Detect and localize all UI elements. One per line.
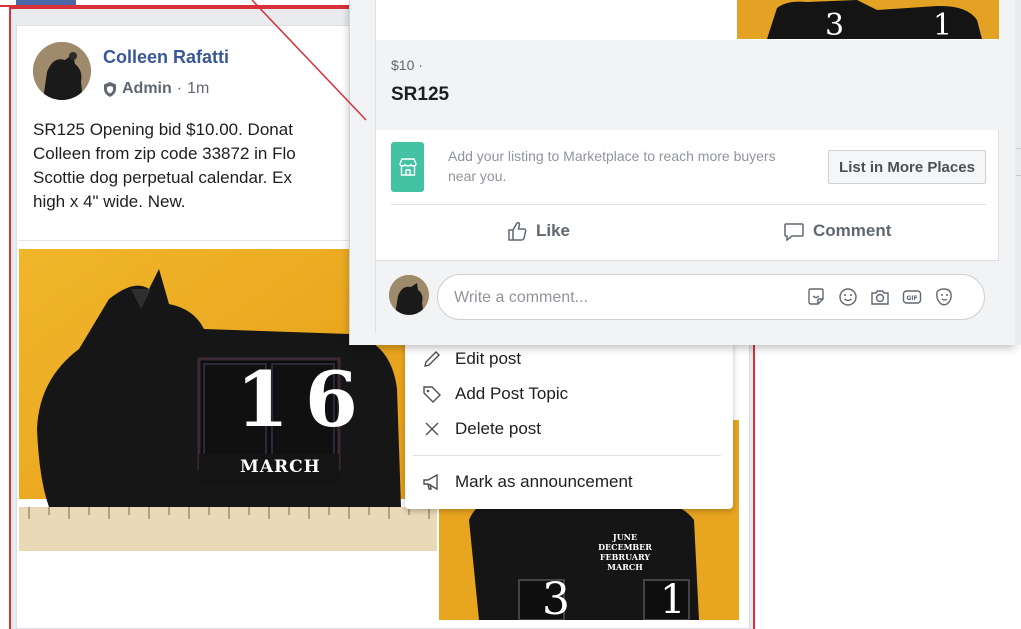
post-text-line: high x 4" wide. New. xyxy=(33,192,186,211)
post-text-line: Colleen from zip code 33872 in Flo xyxy=(33,144,296,163)
page-edge-tick xyxy=(1016,148,1021,149)
commenter-avatar[interactable] xyxy=(389,275,429,315)
tag-icon xyxy=(423,386,441,403)
month-label: JUNE xyxy=(612,532,638,542)
marketplace-prompt-line: Add your listing to Marketplace to reach… xyxy=(448,148,776,164)
page-edge-tick xyxy=(1016,175,1021,176)
menu-item-mark-announcement[interactable]: Mark as announcement xyxy=(421,469,633,495)
post-text: SR125 Opening bid $10.00. Donat Colleen … xyxy=(33,118,355,214)
marketplace-preview: 3 1 $10 · SR125 Add your listing to Mark… xyxy=(349,0,1015,345)
emoji-icon[interactable] xyxy=(837,286,859,308)
months-list: JUNE DECEMBER FEBRUARY MARCH xyxy=(565,532,685,572)
menu-item-label: Add Post Topic xyxy=(455,384,569,403)
page-edge xyxy=(1015,0,1021,345)
megaphone-icon xyxy=(423,473,438,491)
listing-summary: $10 · SR125 xyxy=(376,40,999,130)
side-digit-left: 3 xyxy=(542,574,570,625)
post-time[interactable]: 1m xyxy=(187,80,209,98)
pencil-icon xyxy=(424,351,440,367)
menu-separator xyxy=(413,455,721,456)
x-icon xyxy=(425,422,439,436)
svg-text:1: 1 xyxy=(933,8,952,39)
menu-item-label: Mark as announcement xyxy=(455,472,633,491)
side-digit-right: 1 xyxy=(660,577,686,623)
meta-dot: · xyxy=(176,80,183,97)
post-text-line: Scottie dog perpetual calendar. Ex xyxy=(33,168,292,187)
avatar-sticker-icon[interactable] xyxy=(933,286,955,308)
menu-item-label: Edit post xyxy=(455,349,522,368)
month-label: MARCH xyxy=(607,562,643,572)
menu-item-label: Delete post xyxy=(455,419,541,438)
camera-icon[interactable] xyxy=(869,286,891,308)
marketplace-store-icon xyxy=(391,142,424,192)
listing-price: $10 · xyxy=(391,57,423,73)
listing-title[interactable]: SR125 xyxy=(391,84,449,106)
menu-item-edit-post[interactable]: Edit post xyxy=(421,346,521,372)
svg-text:GIF: GIF xyxy=(906,295,917,302)
comment-tools: GIF xyxy=(805,286,955,308)
like-button[interactable]: Like xyxy=(506,220,570,242)
menu-item-add-post-topic[interactable]: Add Post Topic xyxy=(421,381,568,407)
svg-text:3: 3 xyxy=(825,8,844,39)
author-name[interactable]: Colleen Rafatti xyxy=(103,47,229,68)
comment-input[interactable] xyxy=(454,286,784,310)
comment-label: Comment xyxy=(813,221,892,240)
sticker-icon[interactable] xyxy=(805,286,827,308)
gif-icon[interactable]: GIF xyxy=(901,286,923,308)
list-in-more-places-button[interactable]: List in More Places xyxy=(828,150,986,184)
post-options-menu: Edit post Add Post Topic Delete post Mar… xyxy=(405,340,733,509)
marketplace-photo[interactable]: 3 1 xyxy=(737,0,999,39)
month-label: FEBRUARY xyxy=(599,552,651,562)
calendar-month: MARCH xyxy=(240,457,321,477)
author-avatar[interactable] xyxy=(33,42,91,100)
month-label: DECEMBER xyxy=(598,542,652,552)
post-meta: Admin · 1m xyxy=(103,80,209,98)
admin-badge: Admin xyxy=(122,80,172,97)
speech-bubble-icon xyxy=(784,223,804,242)
shield-icon xyxy=(104,81,116,97)
actions-divider xyxy=(391,204,986,205)
comment-input-box[interactable]: GIF xyxy=(437,274,985,320)
marketplace-prompt-line: near you. xyxy=(448,168,507,184)
calendar-digit-right: 6 xyxy=(305,355,358,444)
marketplace-prompt: Add your listing to Marketplace to reach… xyxy=(448,146,818,186)
thumbs-up-icon xyxy=(508,221,527,241)
calendar-digit-left: 1 xyxy=(236,355,289,444)
menu-item-delete-post[interactable]: Delete post xyxy=(421,416,541,442)
comment-button[interactable]: Comment xyxy=(783,220,891,242)
post-text-line: SR125 Opening bid $10.00. Donat xyxy=(33,120,293,139)
like-label: Like xyxy=(536,221,571,240)
